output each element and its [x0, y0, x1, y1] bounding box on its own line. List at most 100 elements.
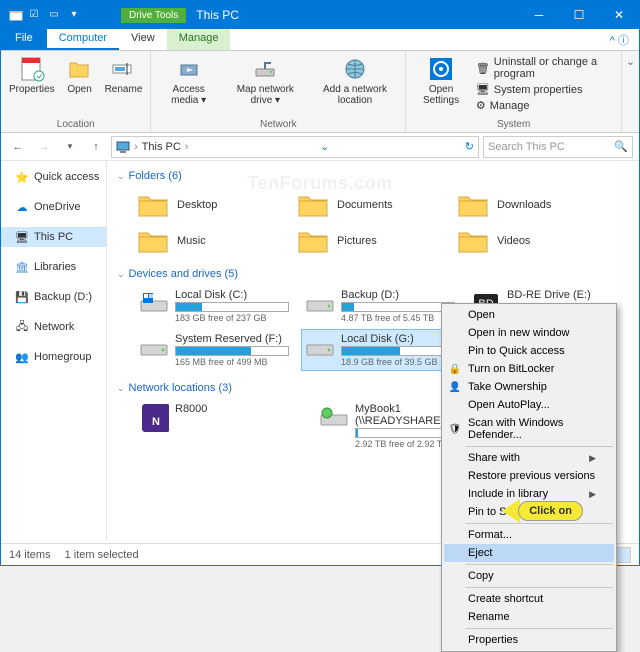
- ribbon-access-media[interactable]: Access media ▾: [155, 53, 222, 119]
- drive-label: Backup (D:): [341, 289, 455, 301]
- drive-icon: [305, 333, 335, 363]
- nav-pane: ⭐Quick access ☁OneDrive 🖥This PC 🏛Librar…: [1, 161, 107, 541]
- cm-properties[interactable]: Properties: [444, 631, 614, 649]
- annotation-callout: Click on: [502, 499, 583, 523]
- nav-history[interactable]: ▾: [59, 136, 81, 158]
- refresh-button[interactable]: ↻: [461, 140, 474, 153]
- netloc-label: R8000: [175, 403, 301, 415]
- folder-item[interactable]: Documents: [295, 189, 445, 221]
- search-box[interactable]: Search This PC 🔍: [483, 136, 633, 158]
- svg-text:N: N: [152, 416, 160, 428]
- drive-item[interactable]: Local Disk (G:)18.9 GB free of 39.5 GB: [301, 329, 459, 371]
- ribbon-add-location[interactable]: Add a network location: [309, 53, 402, 119]
- ribbon-uninstall[interactable]: 🗑Uninstall or change a program: [474, 55, 617, 81]
- ribbon-properties[interactable]: Properties: [5, 53, 59, 119]
- status-selected: 1 item selected: [65, 549, 139, 561]
- folder-item[interactable]: Pictures: [295, 225, 445, 257]
- drive-label: Local Disk (C:): [175, 289, 289, 301]
- bitlocker-icon: 🔒: [448, 362, 462, 376]
- cm-take-owner[interactable]: 👤Take Ownership: [444, 378, 614, 396]
- cm-format[interactable]: Format...: [444, 526, 614, 544]
- drive-icon: [139, 289, 169, 319]
- titlebar: ☑ ▭ ▾ Drive Tools This PC ─ ☐ ✕: [1, 1, 639, 29]
- netloc-item[interactable]: N R8000: [135, 399, 305, 453]
- cm-rename[interactable]: Rename: [444, 608, 614, 626]
- ribbon-group-location: Location: [5, 119, 146, 130]
- ribbon-system-properties[interactable]: 🖥System properties: [474, 82, 617, 97]
- ribbon-group-system: System: [410, 119, 617, 130]
- nav-network[interactable]: 🖧Network: [1, 317, 106, 337]
- search-icon: 🔍: [614, 140, 628, 153]
- cm-pin-quick[interactable]: Pin to Quick access: [444, 342, 614, 360]
- netloc-icon: [319, 403, 349, 433]
- drive-label: BD-RE Drive (E:): [507, 289, 621, 301]
- nav-back[interactable]: ←: [7, 136, 29, 158]
- ribbon-rename[interactable]: Rename: [101, 53, 147, 119]
- drive-item[interactable]: System Reserved (F:)165 MB free of 499 M…: [135, 329, 293, 371]
- nav-up[interactable]: ↑: [85, 136, 107, 158]
- section-folders[interactable]: ⌄Folders (6): [117, 167, 629, 185]
- folder-icon: [457, 191, 489, 219]
- tab-view[interactable]: View: [119, 29, 167, 50]
- breadcrumb[interactable]: This PC: [142, 141, 181, 153]
- address-bar: ← → ▾ ↑ › This PC › ⌄ ↻ Search This PC 🔍: [1, 133, 639, 161]
- thispc-icon: [116, 140, 130, 154]
- ribbon-tabs: File Computer View Manage ^ ⓘ: [1, 29, 639, 51]
- folder-item[interactable]: Music: [135, 225, 285, 257]
- folder-item[interactable]: Videos: [455, 225, 605, 257]
- folder-icon: [137, 227, 169, 255]
- close-button[interactable]: ✕: [599, 1, 639, 29]
- nav-onedrive[interactable]: ☁OneDrive: [1, 197, 106, 217]
- drive-item[interactable]: Local Disk (C:)183 GB free of 237 GB: [135, 285, 293, 327]
- cm-restore[interactable]: Restore previous versions: [444, 467, 614, 485]
- search-placeholder: Search This PC: [488, 141, 565, 153]
- ribbon-manage[interactable]: ⚙Manage: [474, 98, 617, 113]
- drive-label: Local Disk (G:): [341, 333, 455, 345]
- context-menu: Open Open in new window Pin to Quick acc…: [441, 303, 617, 652]
- address-dropdown[interactable]: ⌄: [320, 140, 329, 153]
- nav-homegroup[interactable]: 👥Homegroup: [1, 347, 106, 367]
- ribbon-map-drive[interactable]: Map network drive ▾: [224, 53, 307, 119]
- ribbon-open-settings[interactable]: Open Settings: [410, 53, 472, 119]
- nav-backup[interactable]: 💾Backup (D:): [1, 287, 106, 307]
- ribbon-group-network: Network: [155, 119, 401, 130]
- tab-file[interactable]: File: [1, 29, 47, 50]
- ribbon-collapse[interactable]: ⌄: [622, 51, 639, 132]
- ribbon: Properties Open Rename Location Access m…: [1, 51, 639, 133]
- cm-eject[interactable]: Eject: [444, 544, 614, 562]
- drive-label: System Reserved (F:): [175, 333, 289, 345]
- qat-dropdown-icon[interactable]: ▾: [67, 7, 81, 21]
- tab-manage[interactable]: Manage: [167, 29, 231, 50]
- window-title: This PC: [196, 8, 519, 22]
- nav-quick-access[interactable]: ⭐Quick access: [1, 167, 106, 187]
- drive-item[interactable]: Backup (D:)4.87 TB free of 5.45 TB: [301, 285, 459, 327]
- drive-icon: [139, 333, 169, 363]
- cm-open-new[interactable]: Open in new window: [444, 324, 614, 342]
- ribbon-open[interactable]: Open: [61, 53, 99, 119]
- folder-item[interactable]: Downloads: [455, 189, 605, 221]
- cm-share[interactable]: Share with▶: [444, 449, 614, 467]
- qat-new-folder-icon[interactable]: ▭: [47, 7, 61, 21]
- section-drives[interactable]: ⌄Devices and drives (5): [117, 265, 629, 283]
- maximize-button[interactable]: ☐: [559, 1, 599, 29]
- folder-label: Documents: [337, 199, 393, 211]
- cm-defender[interactable]: 🛡Scan with Windows Defender...: [444, 414, 614, 444]
- qat-properties-icon[interactable]: ☑: [27, 7, 41, 21]
- tab-computer[interactable]: Computer: [47, 29, 119, 50]
- folder-item[interactable]: Desktop: [135, 189, 285, 221]
- help-button[interactable]: ^ ⓘ: [600, 29, 639, 50]
- cm-copy[interactable]: Copy: [444, 567, 614, 585]
- folder-label: Pictures: [337, 235, 377, 247]
- cm-shortcut[interactable]: Create shortcut: [444, 590, 614, 608]
- cm-autoplay[interactable]: Open AutoPlay...: [444, 396, 614, 414]
- cm-open[interactable]: Open: [444, 306, 614, 324]
- shield-icon: 🛡: [448, 422, 462, 436]
- folder-label: Music: [177, 235, 206, 247]
- minimize-button[interactable]: ─: [519, 1, 559, 29]
- status-item-count: 14 items: [9, 549, 51, 561]
- nav-forward[interactable]: →: [33, 136, 55, 158]
- address-box[interactable]: › This PC › ⌄ ↻: [111, 136, 479, 158]
- nav-thispc[interactable]: 🖥This PC: [1, 227, 106, 247]
- cm-bitlocker[interactable]: 🔒Turn on BitLocker: [444, 360, 614, 378]
- nav-libraries[interactable]: 🏛Libraries: [1, 257, 106, 277]
